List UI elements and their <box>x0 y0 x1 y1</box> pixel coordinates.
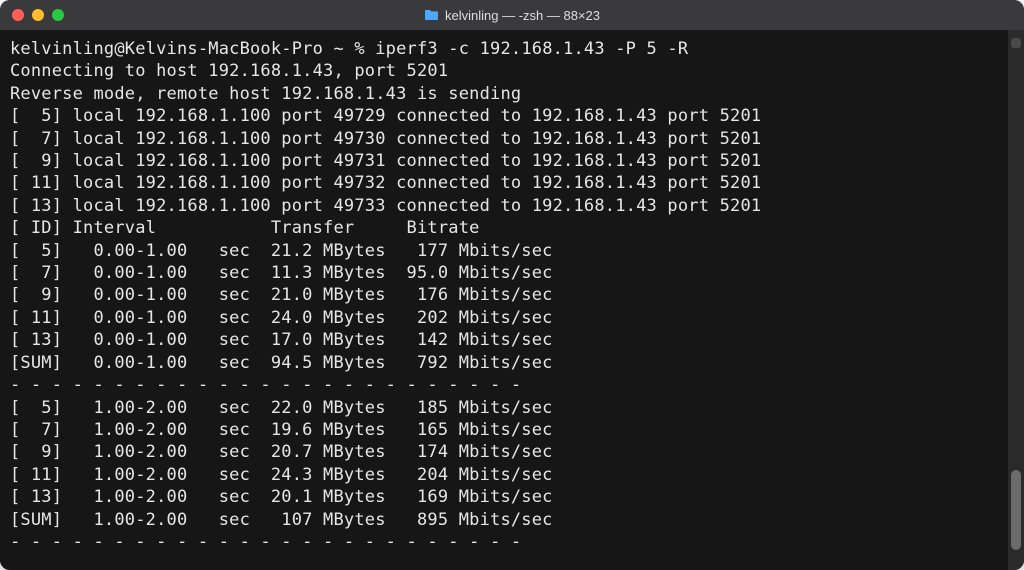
folder-icon <box>424 9 439 21</box>
output-line: Reverse mode, remote host 192.168.1.43 i… <box>10 84 521 104</box>
prompt-command: iperf3 -c 192.168.1.43 -P 5 -R <box>375 39 688 59</box>
table-row: [ 13] 0.00-1.00 sec 17.0 MBytes 142 Mbit… <box>10 330 553 350</box>
output-line: [ 11] local 192.168.1.100 port 49732 con… <box>10 173 761 193</box>
prompt-cwd: ~ <box>333 39 343 59</box>
table-row: [ 5] 1.00-2.00 sec 22.0 MBytes 185 Mbits… <box>10 398 553 418</box>
window-title-text: kelvinling — -zsh — 88×23 <box>445 8 600 23</box>
output-line: [ 5] local 192.168.1.100 port 49729 conn… <box>10 106 761 126</box>
table-row: [ 7] 1.00-2.00 sec 19.6 MBytes 165 Mbits… <box>10 420 553 440</box>
table-row-sum: [SUM] 1.00-2.00 sec 107 MBytes 895 Mbits… <box>10 510 553 530</box>
terminal-body[interactable]: kelvinling@Kelvins-MacBook-Pro ~ % iperf… <box>0 30 1024 570</box>
scrollbar-top-marker <box>1011 38 1021 48</box>
table-row: [ 9] 0.00-1.00 sec 21.0 MBytes 176 Mbits… <box>10 285 553 305</box>
table-row: [ 11] 0.00-1.00 sec 24.0 MBytes 202 Mbit… <box>10 308 553 328</box>
divider-line: - - - - - - - - - - - - - - - - - - - - … <box>10 375 521 395</box>
table-row: [ 13] 1.00-2.00 sec 20.1 MBytes 169 Mbit… <box>10 487 553 507</box>
prompt-user-host: kelvinling@Kelvins-MacBook-Pro <box>10 39 323 59</box>
close-button[interactable] <box>12 9 24 21</box>
table-row-sum: [SUM] 0.00-1.00 sec 94.5 MBytes 792 Mbit… <box>10 353 553 373</box>
traffic-lights <box>0 9 64 21</box>
table-header: [ ID] Interval Transfer Bitrate <box>10 218 480 238</box>
terminal-window: kelvinling — -zsh — 88×23 kelvinling@Kel… <box>0 0 1024 570</box>
output-line: [ 9] local 192.168.1.100 port 49731 conn… <box>10 151 761 171</box>
table-row: [ 9] 1.00-2.00 sec 20.7 MBytes 174 Mbits… <box>10 442 553 462</box>
table-row: [ 5] 0.00-1.00 sec 21.2 MBytes 177 Mbits… <box>10 241 553 261</box>
scrollbar-thumb[interactable] <box>1011 470 1021 550</box>
output-line: [ 7] local 192.168.1.100 port 49730 conn… <box>10 129 761 149</box>
prompt-symbol: % <box>354 39 364 59</box>
table-row: [ 7] 0.00-1.00 sec 11.3 MBytes 95.0 Mbit… <box>10 263 553 283</box>
scrollbar-track[interactable] <box>1008 30 1024 570</box>
prompt-line: kelvinling@Kelvins-MacBook-Pro ~ % iperf… <box>10 39 688 59</box>
window-title: kelvinling — -zsh — 88×23 <box>0 8 1024 23</box>
divider-line: - - - - - - - - - - - - - - - - - - - - … <box>10 532 521 552</box>
minimize-button[interactable] <box>32 9 44 21</box>
maximize-button[interactable] <box>52 9 64 21</box>
title-bar: kelvinling — -zsh — 88×23 <box>0 0 1024 30</box>
output-line: Connecting to host 192.168.1.43, port 52… <box>10 61 448 81</box>
table-row: [ 11] 1.00-2.00 sec 24.3 MBytes 204 Mbit… <box>10 465 553 485</box>
output-line: [ 13] local 192.168.1.100 port 49733 con… <box>10 196 761 216</box>
